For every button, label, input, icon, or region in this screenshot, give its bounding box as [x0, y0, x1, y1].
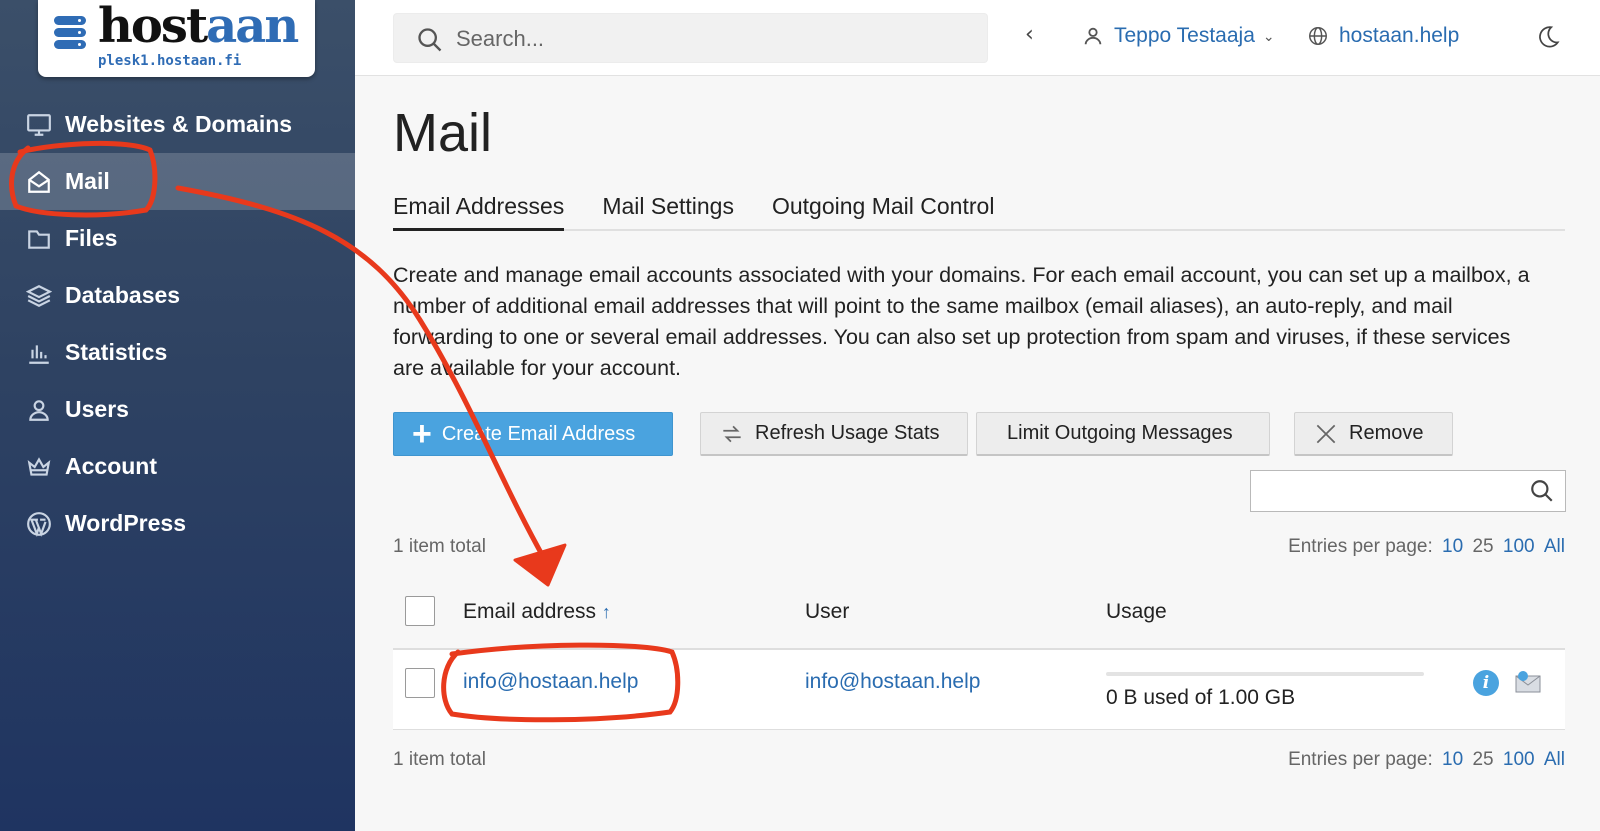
user-menu[interactable]: Teppo Testaaja ⌄: [1082, 24, 1275, 48]
bar-chart-icon: [25, 339, 53, 367]
plus-icon: +: [412, 415, 432, 453]
close-icon: [1316, 424, 1336, 443]
entries-option-all[interactable]: All: [1544, 536, 1565, 557]
site-name: hostaan.help: [1339, 24, 1460, 47]
moon-icon[interactable]: [1535, 24, 1561, 50]
crown-icon: [25, 453, 53, 481]
user-name: Teppo Testaaja: [1114, 24, 1255, 47]
sidebar-item-files[interactable]: Files: [0, 210, 355, 267]
sidebar-item-mail[interactable]: Mail: [0, 153, 355, 210]
column-email[interactable]: Email address ↑: [463, 600, 611, 624]
search-icon: [418, 28, 442, 52]
entries-per-page-top: Entries per page: 10 25 100 All: [1288, 536, 1565, 557]
brand-name: hostaan: [98, 0, 299, 54]
sort-arrow-icon: ↑: [601, 602, 611, 622]
item-total-bottom: 1 item total: [393, 749, 486, 770]
back-chevron-icon[interactable]: ‹: [1025, 22, 1034, 47]
mail-open-icon: [25, 168, 53, 196]
sidebar-item-databases[interactable]: Databases: [0, 267, 355, 324]
search-icon[interactable]: [1529, 478, 1555, 504]
search-box[interactable]: [393, 13, 988, 63]
table-header: Email address ↑ User Usage: [393, 578, 1565, 650]
sidebar-item-label: Account: [65, 453, 157, 479]
sidebar-item-label: Websites & Domains: [65, 111, 293, 137]
search-input[interactable]: [456, 24, 956, 54]
tab-outgoing-mail-control[interactable]: Outgoing Mail Control: [772, 193, 994, 229]
list-search-input[interactable]: [1259, 477, 1519, 505]
sidebar-item-label: Statistics: [65, 339, 168, 365]
user-icon: [1084, 27, 1102, 45]
page-description: Create and manage email accounts associa…: [393, 263, 1530, 380]
tabs: Email Addresses Mail Settings Outgoing M…: [393, 193, 1565, 231]
row-checkbox[interactable]: [405, 668, 435, 698]
server-name: plesk1.hostaan.fi: [98, 53, 242, 69]
email-table: Email address ↑ User Usage info@hostaan.…: [393, 578, 1565, 730]
chevron-down-icon: ⌄: [1262, 27, 1275, 44]
site-link[interactable]: hostaan.help: [1307, 24, 1459, 48]
wordpress-icon: [25, 510, 53, 538]
sidebar-nav: Websites & Domains Mail Files Databases …: [0, 96, 355, 552]
usage-text: 0 B used of 1.00 GB: [1106, 686, 1296, 709]
entries-option-100[interactable]: 100: [1503, 749, 1535, 770]
entries-per-page-bottom: Entries per page: 10 25 100 All: [1288, 749, 1565, 770]
page-title: Mail: [393, 103, 493, 163]
sidebar-item-label: Files: [65, 225, 118, 251]
refresh-icon: [723, 425, 741, 442]
column-usage[interactable]: Usage: [1106, 600, 1167, 624]
remove-button[interactable]: Remove: [1294, 412, 1453, 456]
table-row: info@hostaan.help info@hostaan.help 0 B …: [393, 650, 1565, 730]
user-link[interactable]: info@hostaan.help: [805, 670, 980, 694]
user-icon: [25, 396, 53, 424]
email-link[interactable]: info@hostaan.help: [463, 670, 638, 694]
entries-option-25[interactable]: 25: [1472, 536, 1493, 557]
sidebar-item-label: Databases: [65, 282, 181, 308]
sidebar-item-wordpress[interactable]: WordPress: [0, 495, 355, 552]
refresh-usage-button[interactable]: Refresh Usage Stats: [700, 412, 968, 456]
tab-email-addresses[interactable]: Email Addresses: [393, 193, 565, 231]
sidebar-item-websites-domains[interactable]: Websites & Domains: [0, 96, 355, 153]
folder-icon: [25, 225, 53, 253]
entries-option-10[interactable]: 10: [1442, 536, 1463, 557]
info-icon[interactable]: i: [1473, 670, 1499, 696]
tab-mail-settings[interactable]: Mail Settings: [602, 193, 734, 229]
sidebar-item-label: Mail: [65, 168, 110, 194]
usage-bar: [1106, 672, 1424, 676]
entries-option-10[interactable]: 10: [1442, 749, 1463, 770]
sidebar-item-users[interactable]: Users: [0, 381, 355, 438]
create-email-button[interactable]: + Create Email Address: [393, 412, 673, 456]
column-user[interactable]: User: [805, 600, 849, 624]
monitor-icon: [25, 111, 53, 139]
entries-option-100[interactable]: 100: [1503, 536, 1535, 557]
sidebar-item-statistics[interactable]: Statistics: [0, 324, 355, 381]
item-total-top: 1 item total: [393, 536, 486, 557]
sidebar-item-label: Users: [65, 396, 129, 422]
server-icon: [54, 16, 90, 56]
sidebar-item-account[interactable]: Account: [0, 438, 355, 495]
globe-icon: [1309, 27, 1327, 45]
select-all-checkbox[interactable]: [405, 596, 435, 626]
list-search-box[interactable]: [1250, 470, 1566, 512]
logo[interactable]: hostaan plesk1.hostaan.fi: [38, 0, 315, 77]
sidebar-item-label: WordPress: [65, 510, 187, 536]
entries-option-25[interactable]: 25: [1472, 749, 1493, 770]
limit-outgoing-button[interactable]: Limit Outgoing Messages: [976, 412, 1270, 456]
layers-icon: [25, 282, 53, 310]
topbar: ‹ Teppo Testaaja ⌄ hostaan.help: [355, 0, 1600, 76]
sidebar: hostaan plesk1.hostaan.fi Websites & Dom…: [0, 0, 355, 831]
mail-icon[interactable]: [1514, 670, 1542, 696]
entries-option-all[interactable]: All: [1544, 749, 1565, 770]
